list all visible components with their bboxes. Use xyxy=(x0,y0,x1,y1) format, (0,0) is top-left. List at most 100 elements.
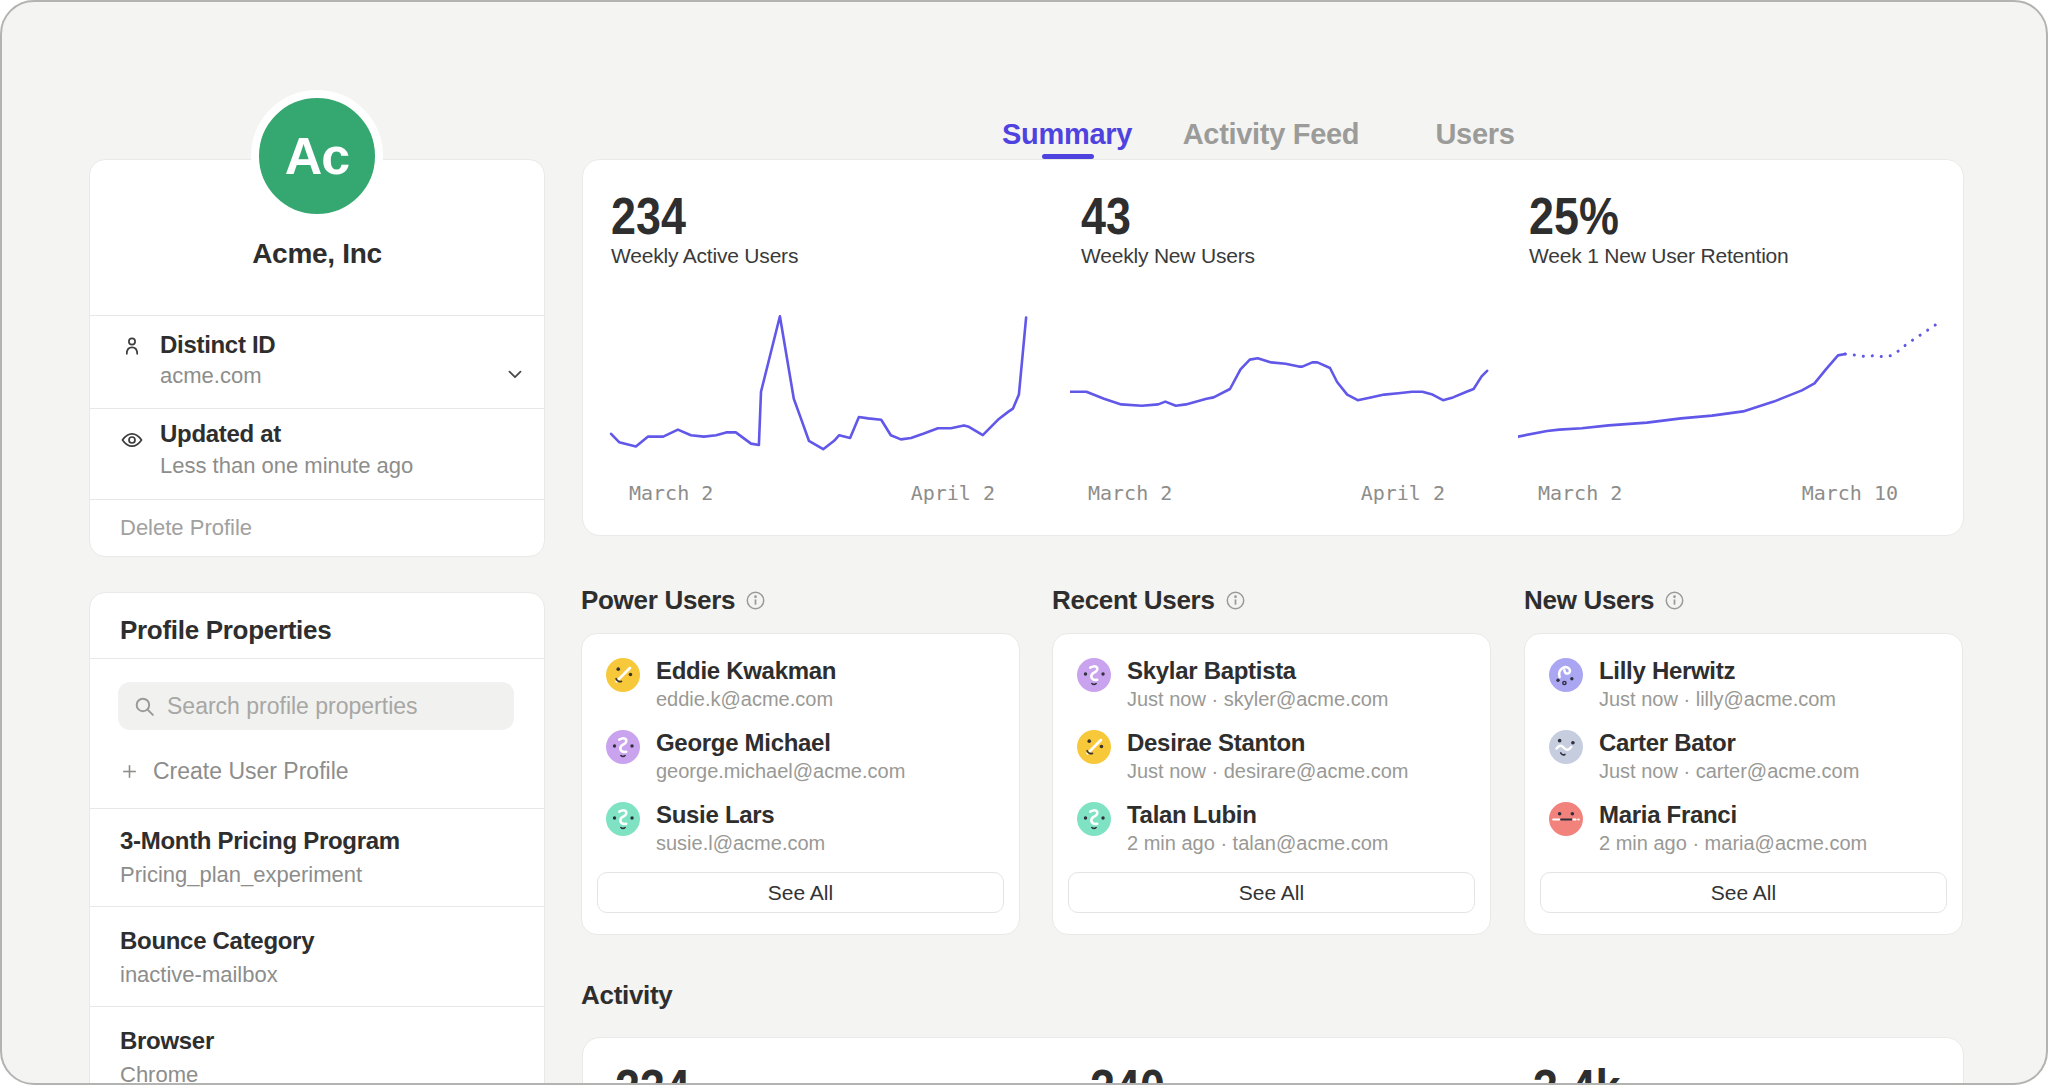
tab-users[interactable]: Users xyxy=(1373,118,1577,151)
x-axis-labels: March 2 March 10 xyxy=(1518,481,1938,505)
activity-title: Activity xyxy=(581,980,673,1010)
user-row[interactable]: George Michael george.michael@acme.com xyxy=(606,730,995,783)
see-all-button[interactable]: See All xyxy=(597,872,1004,913)
field-value: Less than one minute ago xyxy=(160,453,413,479)
section-title-power-users: Power Users xyxy=(581,585,766,615)
property-name: Browser xyxy=(120,1027,214,1055)
user-name: George Michael xyxy=(656,730,905,756)
property-name: 3-Month Pricing Program xyxy=(120,827,400,855)
user-avatar xyxy=(606,802,640,836)
recent-users-card: Skylar Baptista Just now · skyler@acme.c… xyxy=(1052,633,1491,935)
activity-stat: 3.4k xyxy=(1533,1063,1620,1085)
user-row[interactable]: Lilly Herwitz Just now · lilly@acme.com xyxy=(1549,658,1938,711)
x-axis-start: March 2 xyxy=(629,481,713,505)
weekly-new-users-chart xyxy=(1070,312,1490,452)
user-detail: 2 min ago · maria@acme.com xyxy=(1599,831,1867,855)
user-row[interactable]: Susie Lars susie.l@acme.com xyxy=(606,802,995,855)
section-title-recent-users: Recent Users xyxy=(1052,585,1246,615)
profile-properties-title: Profile Properties xyxy=(120,615,331,645)
user-row[interactable]: Skylar Baptista Just now · skyler@acme.c… xyxy=(1077,658,1466,711)
user-name: Lilly Herwitz xyxy=(1599,658,1836,684)
user-avatar xyxy=(1077,658,1111,692)
weekly-active-users-chart xyxy=(609,312,1029,452)
user-detail: Just now · skyler@acme.com xyxy=(1127,687,1388,711)
x-axis-end: March 10 xyxy=(1802,481,1898,505)
property-value: Pricing_plan_experiment xyxy=(120,862,362,888)
stat-value: 234 xyxy=(611,191,686,242)
property-value: Chrome xyxy=(120,1062,198,1085)
tab-bar: Summary Activity Feed Users xyxy=(965,118,1577,151)
user-name: Maria Franci xyxy=(1599,802,1867,828)
tab-activity-feed[interactable]: Activity Feed xyxy=(1169,118,1373,151)
user-name: Eddie Kwakman xyxy=(656,658,836,684)
create-user-profile-button[interactable]: Create User Profile xyxy=(120,758,349,785)
see-all-button[interactable]: See All xyxy=(1540,872,1947,913)
see-all-button[interactable]: See All xyxy=(1068,872,1475,913)
activity-stat: 234 xyxy=(615,1063,690,1085)
stat-weekly-new-users: 43 Weekly New Users March 2 April 2 xyxy=(1081,160,1501,535)
field-label: Updated at xyxy=(160,420,281,448)
x-axis-labels: March 2 April 2 xyxy=(1070,481,1490,505)
user-avatar xyxy=(1077,730,1111,764)
stat-label: Week 1 New User Retention xyxy=(1529,244,1789,268)
power-users-card: Eddie Kwakman eddie.k@acme.com George Mi… xyxy=(581,633,1020,935)
chevron-down-icon[interactable] xyxy=(504,363,526,385)
search-placeholder: Search profile properties xyxy=(167,693,418,720)
user-row[interactable]: Talan Lubin 2 min ago · talan@acme.com xyxy=(1077,802,1466,855)
company-name: Acme, Inc xyxy=(90,238,544,270)
field-value: acme.com xyxy=(160,363,261,389)
stat-value: 43 xyxy=(1081,191,1131,242)
stat-label: Weekly Active Users xyxy=(611,244,798,268)
x-axis-start: March 2 xyxy=(1538,481,1622,505)
user-detail: eddie.k@acme.com xyxy=(656,687,836,711)
stat-label: Weekly New Users xyxy=(1081,244,1255,268)
user-name: Carter Bator xyxy=(1599,730,1859,756)
info-icon[interactable] xyxy=(745,590,766,611)
x-axis-end: April 2 xyxy=(1361,481,1445,505)
user-avatar xyxy=(1549,802,1583,836)
user-name: Talan Lubin xyxy=(1127,802,1389,828)
user-name: Skylar Baptista xyxy=(1127,658,1388,684)
summary-card: 234 Weekly Active Users March 2 April 2 … xyxy=(582,159,1964,536)
week1-retention-chart xyxy=(1518,312,1938,452)
tab-summary[interactable]: Summary xyxy=(965,118,1169,151)
user-row[interactable]: Eddie Kwakman eddie.k@acme.com xyxy=(606,658,995,711)
search-icon xyxy=(132,694,157,719)
user-detail: Just now · lilly@acme.com xyxy=(1599,687,1836,711)
user-detail: Just now · carter@acme.com xyxy=(1599,759,1859,783)
x-axis-start: March 2 xyxy=(1088,481,1172,505)
user-detail: 2 min ago · talan@acme.com xyxy=(1127,831,1389,855)
info-icon[interactable] xyxy=(1664,590,1685,611)
user-name: Susie Lars xyxy=(656,802,825,828)
stat-weekly-active-users: 234 Weekly Active Users March 2 April 2 xyxy=(611,160,1031,535)
plus-icon xyxy=(120,762,139,781)
user-row[interactable]: Maria Franci 2 min ago · maria@acme.com xyxy=(1549,802,1938,855)
user-detail: Just now · desirare@acme.com xyxy=(1127,759,1409,783)
user-avatar xyxy=(606,730,640,764)
stat-value: 25% xyxy=(1529,191,1619,242)
user-row[interactable]: Carter Bator Just now · carter@acme.com xyxy=(1549,730,1938,783)
app-frame: Ac Acme, Inc Distinct ID acme.com Update… xyxy=(0,0,2048,1085)
search-input[interactable]: Search profile properties xyxy=(118,682,514,730)
company-avatar: Ac xyxy=(251,90,383,222)
user-avatar xyxy=(606,658,640,692)
user-detail: george.michael@acme.com xyxy=(656,759,905,783)
eye-icon xyxy=(120,428,144,452)
profile-properties-card: Profile Properties Search profile proper… xyxy=(89,592,545,1085)
x-axis-labels: March 2 April 2 xyxy=(611,481,1031,505)
property-value: inactive-mailbox xyxy=(120,962,278,988)
user-name: Desirae Stanton xyxy=(1127,730,1409,756)
activity-stat: 240 xyxy=(1090,1063,1165,1085)
property-name: Bounce Category xyxy=(120,927,314,955)
section-title-new-users: New Users xyxy=(1524,585,1685,615)
x-axis-end: April 2 xyxy=(911,481,995,505)
new-users-card: Lilly Herwitz Just now · lilly@acme.com … xyxy=(1524,633,1963,935)
user-avatar xyxy=(1549,658,1583,692)
user-avatar xyxy=(1077,802,1111,836)
info-icon[interactable] xyxy=(1225,590,1246,611)
field-label: Distinct ID xyxy=(160,331,275,359)
user-detail: susie.l@acme.com xyxy=(656,831,825,855)
delete-profile-button[interactable]: Delete Profile xyxy=(120,515,252,541)
stat-week1-retention: 25% Week 1 New User Retention March 2 Ma… xyxy=(1529,160,1949,535)
user-row[interactable]: Desirae Stanton Just now · desirare@acme… xyxy=(1077,730,1466,783)
